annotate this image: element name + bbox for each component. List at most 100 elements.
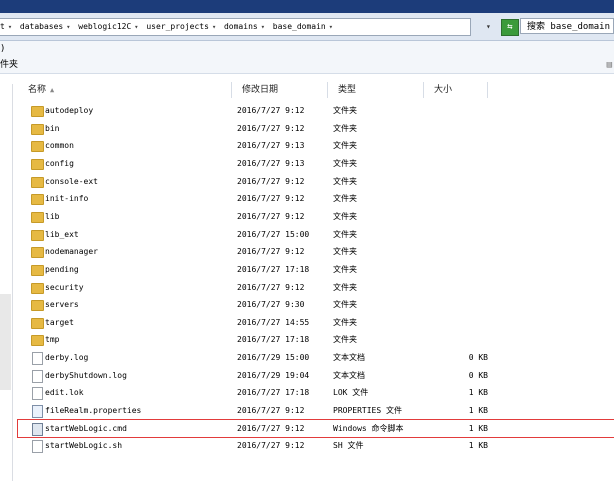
sort-ascending-icon: ▲ [50, 86, 55, 94]
file-size: 1 KB [468, 441, 488, 451]
chevron-down-icon[interactable]: ▾ [212, 19, 216, 35]
address-path-field[interactable]: t ▾ databases ▾ weblogic12C ▾ user_projects… [0, 18, 471, 36]
breadcrumb-t[interactable]: t [0, 19, 5, 35]
file-type: 文件夹 [333, 211, 357, 221]
breadcrumb-databases[interactable]: databases [20, 19, 63, 35]
refresh-button[interactable]: ⇆ [501, 19, 519, 36]
file-type: 文件夹 [333, 229, 357, 239]
toolbar-new-folder-fragment[interactable]: 件夹 [0, 60, 18, 70]
toolbar: 件夹 ▤ [0, 57, 614, 74]
file-name: security [45, 282, 84, 292]
file-row[interactable]: derby.log 2016/7/29 15:00 文本文档 0 KB [18, 349, 614, 366]
file-row[interactable]: derbyShutdown.log 2016/7/29 19:04 文本文档 0 KB [18, 367, 614, 384]
file-row[interactable]: lib 2016/7/27 9:12 文件夹 [18, 208, 614, 225]
folder-icon [31, 211, 44, 223]
folder-icon [31, 247, 44, 259]
file-name: config [45, 158, 74, 168]
folder-icon [31, 158, 44, 170]
properties-file-icon [32, 405, 43, 419]
chevron-down-icon[interactable]: ▾ [134, 19, 138, 35]
file-row[interactable]: init-info 2016/7/27 9:12 文件夹 [18, 190, 614, 207]
chevron-down-icon[interactable]: ▾ [8, 19, 12, 35]
file-modified-date: 2016/7/27 9:13 [237, 141, 305, 151]
file-row[interactable]: security 2016/7/27 9:12 文件夹 [18, 279, 614, 296]
document-icon [32, 352, 43, 366]
file-modified-date: 2016/7/27 15:00 [237, 229, 310, 239]
breadcrumb-user-projects[interactable]: user_projects [146, 19, 209, 35]
file-name: edit.lok [45, 388, 84, 398]
file-modified-date: 2016/7/27 9:12 [237, 282, 305, 292]
file-name: lib_ext [45, 229, 79, 239]
file-name: autodeploy [45, 106, 94, 115]
file-row[interactable]: lib_ext 2016/7/27 15:00 文件夹 [18, 226, 614, 243]
chevron-down-icon[interactable]: ▾ [261, 19, 265, 35]
column-header-row: 名称 ▲ 修改日期 类型 大小 [18, 82, 614, 98]
window-titlebar [0, 0, 614, 13]
menu-bar-fragment[interactable]: ) [0, 44, 5, 54]
file-size: 1 KB [468, 406, 488, 416]
file-modified-date: 2016/7/27 17:18 [237, 335, 310, 345]
file-row[interactable]: bin 2016/7/27 9:12 文件夹 [18, 120, 614, 137]
file-size: 0 KB [468, 370, 488, 380]
breadcrumb-weblogic12c[interactable]: weblogic12C [78, 19, 131, 35]
file-size: 1 KB [468, 423, 488, 433]
file-row[interactable]: common 2016/7/27 9:13 文件夹 [18, 137, 614, 154]
file-type: 文件夹 [333, 247, 357, 257]
refresh-arrows-icon: ⇆ [507, 22, 513, 32]
search-input[interactable]: 搜索 base_domain [520, 18, 614, 34]
file-modified-date: 2016/7/27 9:12 [237, 176, 305, 186]
file-row[interactable]: tmp 2016/7/27 17:18 文件夹 [18, 331, 614, 348]
file-row[interactable]: startWebLogic.sh 2016/7/27 9:12 SH 文件 1 KB [18, 437, 614, 454]
file-type: 文本文档 [333, 370, 365, 380]
file-row[interactable]: nodemanager 2016/7/27 9:12 文件夹 [18, 243, 614, 260]
file-row[interactable]: console-ext 2016/7/27 9:12 文件夹 [18, 173, 614, 190]
column-header-date[interactable]: 修改日期 [232, 82, 328, 98]
file-type: LOK 文件 [333, 388, 369, 398]
file-type: 文件夹 [333, 300, 357, 310]
folder-icon [31, 264, 44, 276]
breadcrumb-domains[interactable]: domains [224, 19, 258, 35]
navigation-scrollbar[interactable] [0, 294, 11, 390]
breadcrumb-base-domain[interactable]: base_domain [273, 19, 326, 35]
chevron-down-icon[interactable]: ▾ [66, 19, 70, 35]
file-modified-date: 2016/7/27 9:12 [237, 441, 305, 451]
file-row[interactable]: pending 2016/7/27 17:18 文件夹 [18, 261, 614, 278]
file-name: target [45, 317, 74, 327]
file-row[interactable]: edit.lok 2016/7/27 17:18 LOK 文件 1 KB [18, 384, 614, 401]
file-type: Windows 命令脚本 [333, 423, 404, 433]
file-modified-date: 2016/7/27 9:12 [237, 106, 305, 115]
file-row[interactable]: fileRealm.properties 2016/7/27 9:12 PROPER… [18, 402, 614, 419]
file-name: nodemanager [45, 247, 98, 257]
file-name: pending [45, 264, 79, 274]
file-modified-date: 2016/7/27 9:12 [237, 247, 305, 257]
file-row[interactable]: target 2016/7/27 14:55 文件夹 [18, 314, 614, 331]
menu-bar: ) [0, 41, 614, 57]
folder-icon [31, 123, 44, 135]
column-header-type[interactable]: 类型 [328, 82, 424, 98]
column-header-name[interactable]: 名称 ▲ [18, 82, 232, 98]
file-type: 文件夹 [333, 141, 357, 151]
file-row[interactable]: servers 2016/7/27 9:30 文件夹 [18, 296, 614, 313]
view-options-icon[interactable]: ▤ [607, 57, 612, 73]
file-modified-date: 2016/7/27 17:18 [237, 264, 310, 274]
address-history-dropdown-icon[interactable]: ▾ [486, 22, 491, 31]
column-name-label: 名称 [28, 85, 47, 95]
file-name: derbyShutdown.log [45, 370, 127, 380]
chevron-down-icon[interactable]: ▾ [329, 19, 333, 35]
file-name: derby.log [45, 353, 89, 363]
file-type: 文件夹 [333, 282, 357, 292]
folder-icon [31, 317, 44, 329]
file-modified-date: 2016/7/29 19:04 [237, 370, 310, 380]
file-type: 文件夹 [333, 176, 357, 186]
file-type: 文件夹 [333, 194, 357, 204]
file-row[interactable]: autodeploy 2016/7/27 9:12 文件夹 [18, 102, 614, 119]
column-header-size[interactable]: 大小 [424, 82, 488, 98]
file-name: startWebLogic.sh [45, 441, 123, 451]
file-row[interactable]: startWebLogic.cmd 2016/7/27 9:12 Windows 命… [17, 418, 614, 438]
file-row[interactable]: config 2016/7/27 9:13 文件夹 [18, 155, 614, 172]
file-name: lib [45, 211, 60, 221]
file-name: fileRealm.properties [45, 406, 142, 416]
file-modified-date: 2016/7/27 9:12 [237, 406, 305, 416]
file-modified-date: 2016/7/27 9:12 [237, 194, 305, 204]
file-type: 文件夹 [333, 264, 357, 274]
